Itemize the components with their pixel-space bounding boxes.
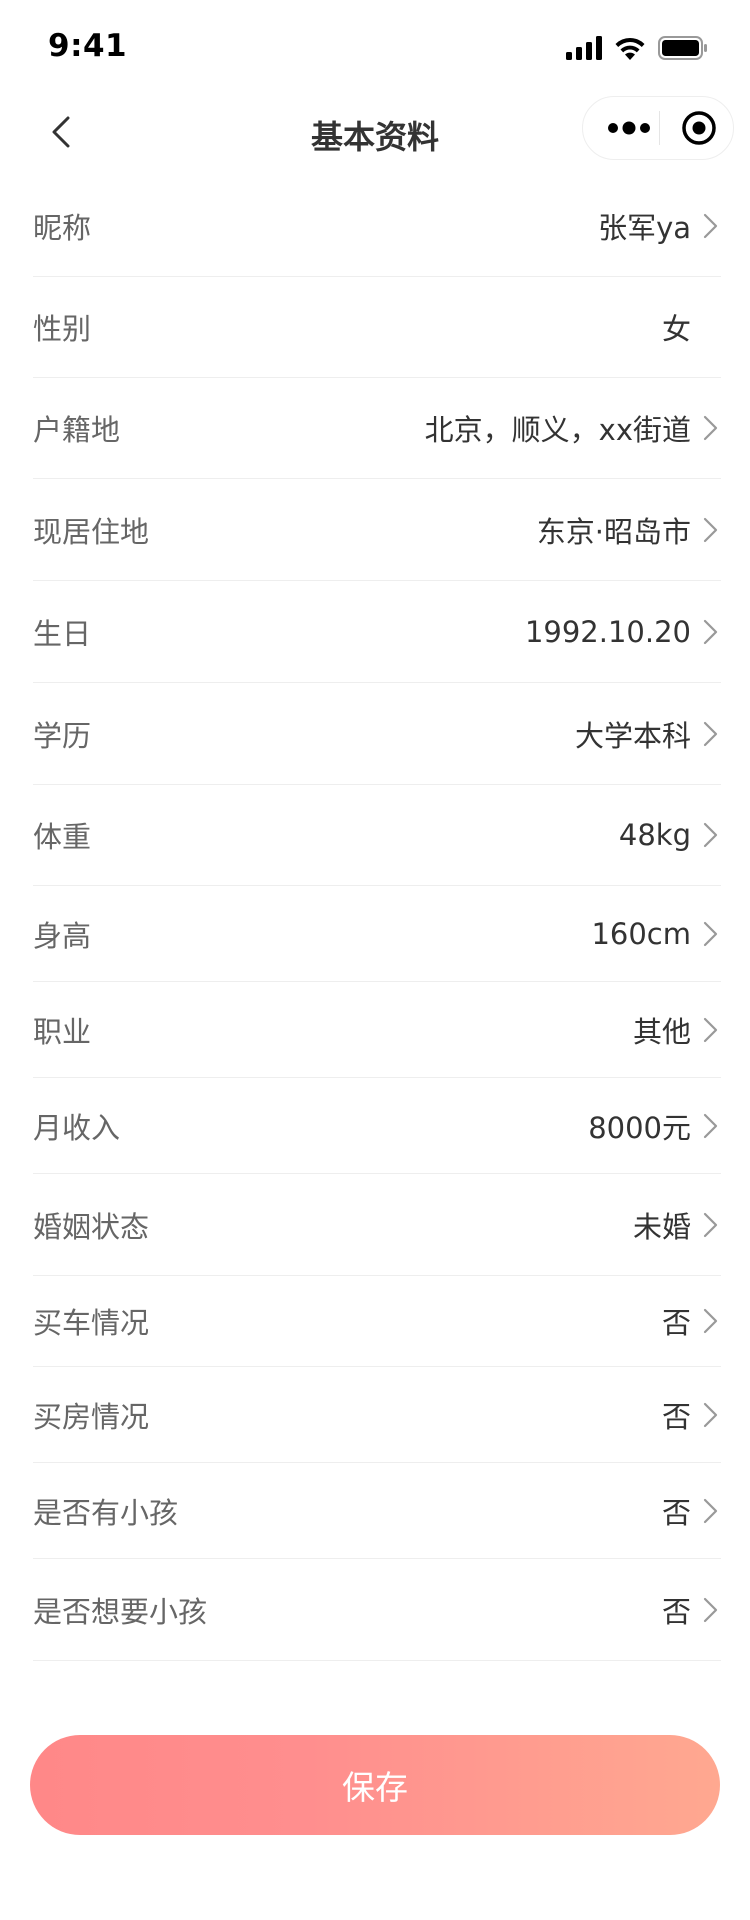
row-value: 1992.10.20 bbox=[524, 614, 691, 649]
chevron-right-icon bbox=[703, 921, 718, 946]
row-value: 女 bbox=[661, 312, 691, 346]
chevron-right-icon bbox=[703, 517, 718, 542]
chevron-right-icon bbox=[703, 721, 718, 746]
chevron-right-icon bbox=[703, 213, 718, 239]
row-value: 否 bbox=[661, 1399, 691, 1434]
chevron-right-icon bbox=[703, 822, 718, 848]
row-car-ownership[interactable]: 买车情况 否 bbox=[33, 1276, 721, 1367]
row-value: 东京·昭岛市 bbox=[536, 514, 691, 549]
close-button[interactable] bbox=[679, 108, 719, 148]
signal-icon bbox=[566, 36, 602, 60]
row-value: 160cm bbox=[591, 916, 691, 951]
row-value: 未婚 bbox=[632, 1209, 691, 1244]
row-occupation[interactable]: 职业 其他 bbox=[33, 982, 721, 1078]
row-monthly-income[interactable]: 月收入 8000元 bbox=[33, 1078, 721, 1174]
row-value: 北京，顺义，xx街道 bbox=[424, 413, 691, 447]
row-current-residence[interactable]: 现居住地 东京·昭岛市 bbox=[33, 479, 721, 581]
mini-program-capsule bbox=[582, 96, 734, 160]
row-value: 8000元 bbox=[588, 1110, 691, 1145]
chevron-right-icon bbox=[703, 619, 718, 644]
row-value: 其他 bbox=[632, 1014, 691, 1049]
nav-bar: 基本资料 bbox=[0, 88, 750, 176]
chevron-right-icon bbox=[703, 1597, 718, 1622]
row-value: 48kg bbox=[618, 818, 691, 852]
row-value: 大学本科 bbox=[574, 718, 691, 753]
row-label: 月收入 bbox=[33, 1110, 121, 1145]
chevron-right-icon bbox=[703, 1212, 718, 1237]
row-label: 婚姻状态 bbox=[33, 1209, 150, 1244]
row-height[interactable]: 身高 160cm bbox=[33, 886, 721, 982]
row-label: 昵称 bbox=[33, 211, 92, 245]
chevron-right-icon bbox=[703, 1113, 718, 1138]
status-time: 9:41 bbox=[48, 28, 128, 64]
chevron-right-icon bbox=[703, 1308, 718, 1334]
chevron-right-icon bbox=[703, 415, 718, 441]
profile-form: 昵称 张军ya 性别 女 户籍地 北京，顺义，xx街道 现居住地 东京·昭岛市 … bbox=[33, 176, 721, 1661]
row-label: 学历 bbox=[33, 718, 92, 753]
row-gender[interactable]: 性别 女 bbox=[33, 277, 721, 378]
row-value: 否 bbox=[661, 1594, 691, 1629]
row-value: 张军ya bbox=[598, 211, 691, 245]
row-label: 现居住地 bbox=[33, 514, 150, 549]
row-hometown[interactable]: 户籍地 北京，顺义，xx街道 bbox=[33, 378, 721, 479]
row-nickname[interactable]: 昵称 张军ya bbox=[33, 176, 721, 277]
row-value: 否 bbox=[661, 1306, 691, 1340]
row-label: 买车情况 bbox=[33, 1306, 150, 1340]
chevron-right-icon bbox=[703, 1017, 718, 1042]
row-value: 否 bbox=[661, 1495, 691, 1530]
row-label: 身高 bbox=[33, 918, 92, 953]
row-label: 性别 bbox=[33, 312, 92, 346]
row-label: 买房情况 bbox=[33, 1399, 150, 1434]
capsule-divider bbox=[659, 111, 660, 145]
chevron-right-icon bbox=[703, 1402, 718, 1427]
battery-icon bbox=[658, 36, 707, 60]
more-icon bbox=[608, 121, 650, 135]
row-label: 是否有小孩 bbox=[33, 1495, 179, 1530]
row-education[interactable]: 学历 大学本科 bbox=[33, 683, 721, 785]
row-label: 职业 bbox=[33, 1014, 92, 1049]
wifi-icon bbox=[615, 37, 645, 60]
more-button[interactable] bbox=[605, 115, 653, 141]
row-birthday[interactable]: 生日 1992.10.20 bbox=[33, 581, 721, 683]
status-bar: 9:41 bbox=[0, 0, 750, 88]
row-wants-children[interactable]: 是否想要小孩 否 bbox=[33, 1559, 721, 1661]
row-house-ownership[interactable]: 买房情况 否 bbox=[33, 1367, 721, 1463]
row-marital-status[interactable]: 婚姻状态 未婚 bbox=[33, 1174, 721, 1276]
status-icons bbox=[566, 34, 708, 62]
row-weight[interactable]: 体重 48kg bbox=[33, 785, 721, 886]
save-button[interactable]: 保存 bbox=[30, 1735, 720, 1835]
chevron-right-icon bbox=[703, 1498, 718, 1523]
row-label: 户籍地 bbox=[33, 413, 121, 447]
close-circle-icon bbox=[682, 111, 716, 145]
row-label: 生日 bbox=[33, 616, 92, 651]
row-label: 是否想要小孩 bbox=[33, 1594, 208, 1629]
row-label: 体重 bbox=[33, 820, 92, 854]
row-has-children[interactable]: 是否有小孩 否 bbox=[33, 1463, 721, 1559]
